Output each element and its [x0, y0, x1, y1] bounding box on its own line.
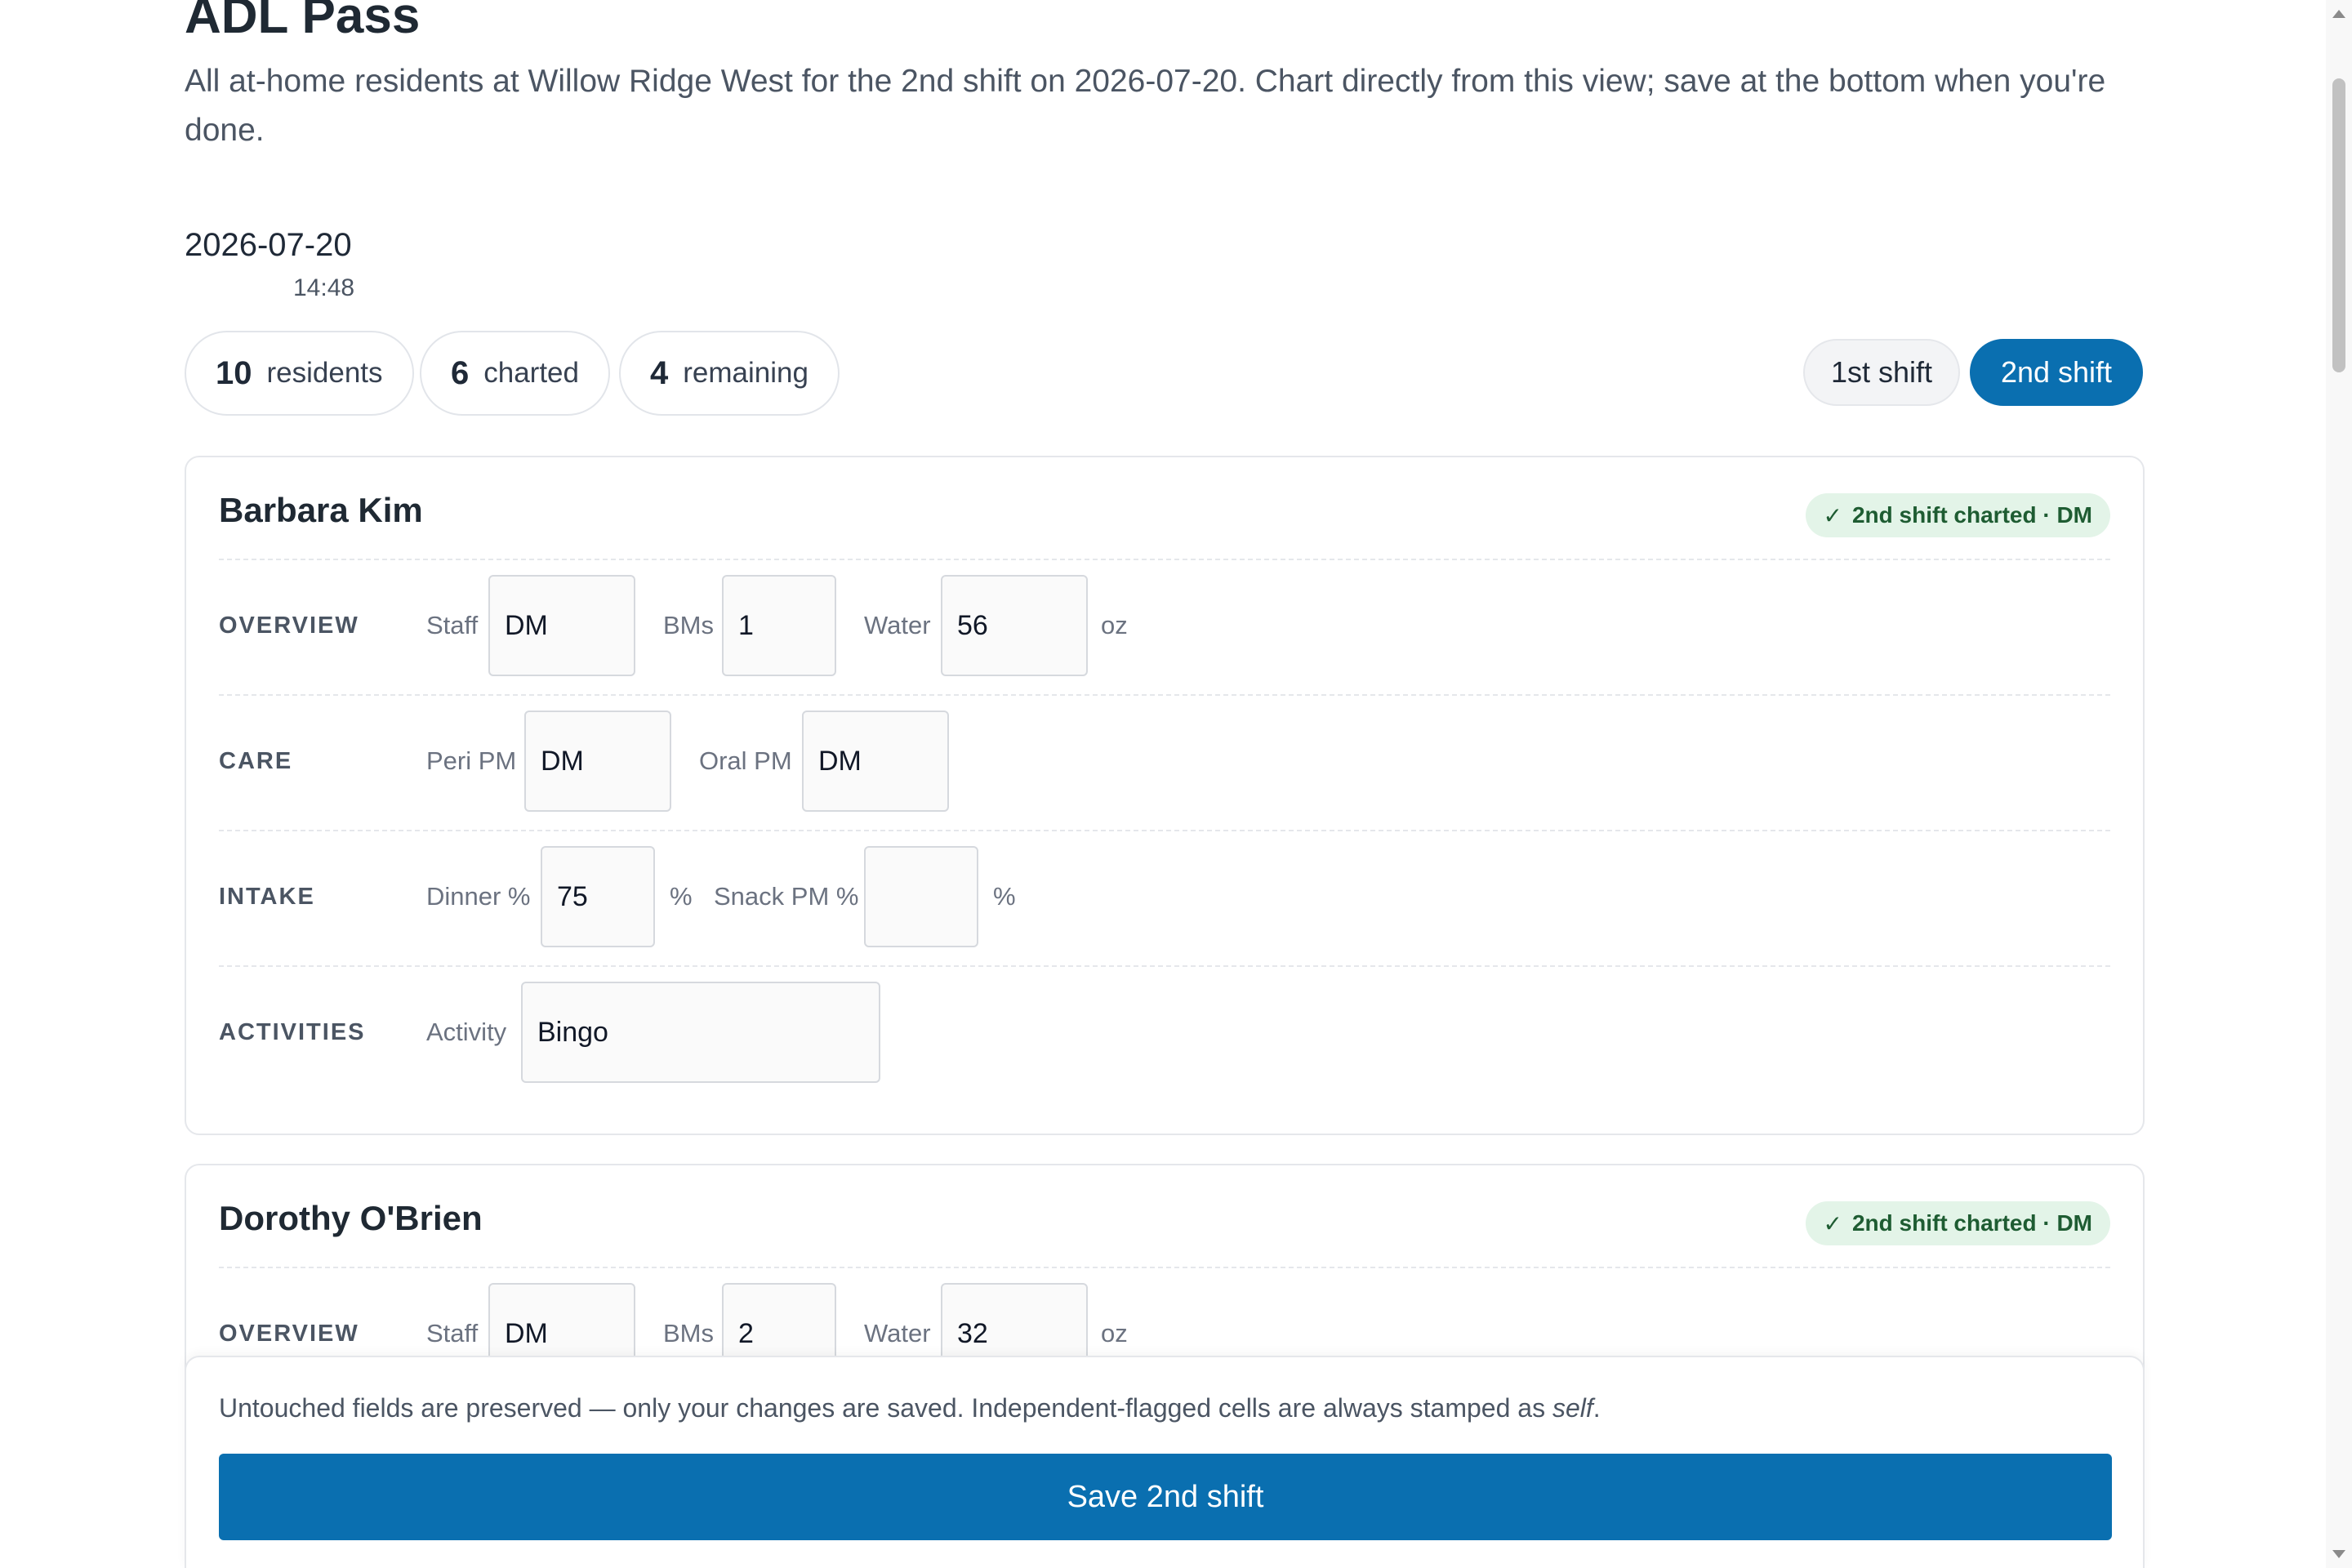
- charted-badge: ✓ 2nd shift charted · DM: [1805, 493, 2110, 537]
- dinner-unit: %: [670, 882, 693, 911]
- page-scrollbar[interactable]: [2326, 0, 2352, 1568]
- stat-remaining-count: 4: [650, 354, 669, 391]
- scroll-down-icon[interactable]: [2332, 1550, 2345, 1558]
- save-footer: Untouched fields are preserved — only yo…: [185, 1356, 2145, 1568]
- bms-input[interactable]: [722, 575, 836, 676]
- footer-note: Untouched fields are preserved — only yo…: [219, 1390, 1601, 1426]
- divider: [219, 694, 2110, 696]
- snack-pm-unit: %: [993, 882, 1016, 911]
- stat-charted-count: 6: [451, 354, 470, 391]
- check-icon: ✓: [1823, 502, 1842, 528]
- dinner-input[interactable]: [541, 846, 655, 947]
- water-label: Water: [864, 611, 931, 639]
- dinner-label: Dinner %: [426, 882, 531, 911]
- divider: [219, 559, 2110, 560]
- scroll-up-icon[interactable]: [2332, 10, 2345, 18]
- stat-remaining: 4 remaining: [619, 331, 840, 416]
- charted-badge-text: 2nd shift charted · DM: [1851, 1210, 2092, 1236]
- water-input[interactable]: [941, 575, 1088, 676]
- intake-row: INTAKE Dinner % % Snack PM % %: [219, 846, 2110, 947]
- stat-residents-count: 10: [216, 354, 252, 391]
- stat-remaining-label: remaining: [683, 357, 808, 389]
- shift-date: 2026-07-20: [185, 227, 352, 263]
- charted-badge: ✓ 2nd shift charted · DM: [1805, 1201, 2110, 1245]
- oral-pm-input[interactable]: [802, 710, 949, 812]
- bms-label: BMs: [663, 611, 714, 639]
- snack-pm-label: Snack PM %: [714, 882, 859, 911]
- page-subtitle: All at-home residents at Willow Ridge We…: [185, 64, 2106, 148]
- resident-name: Dorothy O'Brien: [219, 1199, 483, 1237]
- divider: [219, 830, 2110, 831]
- water-unit: oz: [1101, 611, 1128, 639]
- peri-pm-input[interactable]: [524, 710, 671, 812]
- staff-label: Staff: [426, 611, 479, 639]
- check-icon: ✓: [1823, 1210, 1842, 1236]
- shift-time: 14:48: [293, 274, 355, 301]
- oral-pm-label: Oral PM: [699, 746, 792, 775]
- section-label-intake: INTAKE: [219, 883, 315, 910]
- divider: [219, 1267, 2110, 1268]
- overview-row: OVERVIEW Staff BMs Water oz: [219, 575, 2110, 676]
- stat-residents: 10 residents: [185, 331, 414, 416]
- snack-pm-input[interactable]: [864, 846, 978, 947]
- section-label-care: CARE: [219, 747, 293, 774]
- activity-label: Activity: [426, 1018, 507, 1046]
- tab-1st-shift[interactable]: 1st shift: [1803, 339, 1960, 406]
- section-label-overview: OVERVIEW: [219, 612, 359, 639]
- stat-charted-label: charted: [483, 357, 579, 389]
- page-title: ADL Pass: [185, 0, 421, 44]
- peri-pm-label: Peri PM: [426, 746, 517, 775]
- divider: [219, 965, 2110, 967]
- care-row: CARE Peri PM Oral PM: [219, 710, 2110, 812]
- section-label-activities: ACTIVITIES: [219, 1018, 366, 1045]
- stat-residents-label: residents: [266, 357, 383, 389]
- resident-card: Barbara Kim ✓ 2nd shift charted · DM OVE…: [185, 456, 2145, 1135]
- activities-row: ACTIVITIES Activity: [219, 982, 2110, 1083]
- footer-note-emphasis: self: [1552, 1393, 1593, 1423]
- save-shift-button[interactable]: Save 2nd shift: [219, 1454, 2112, 1540]
- footer-note-text: Untouched fields are preserved — only yo…: [219, 1393, 1552, 1423]
- resident-name: Barbara Kim: [219, 491, 423, 529]
- stat-charted: 6 charted: [420, 331, 610, 416]
- tab-2nd-shift[interactable]: 2nd shift: [1970, 339, 2143, 406]
- activity-input[interactable]: [521, 982, 880, 1083]
- scroll-thumb[interactable]: [2332, 78, 2345, 372]
- staff-input[interactable]: [488, 575, 635, 676]
- charted-badge-text: 2nd shift charted · DM: [1851, 502, 2092, 528]
- footer-note-end: .: [1592, 1393, 1601, 1423]
